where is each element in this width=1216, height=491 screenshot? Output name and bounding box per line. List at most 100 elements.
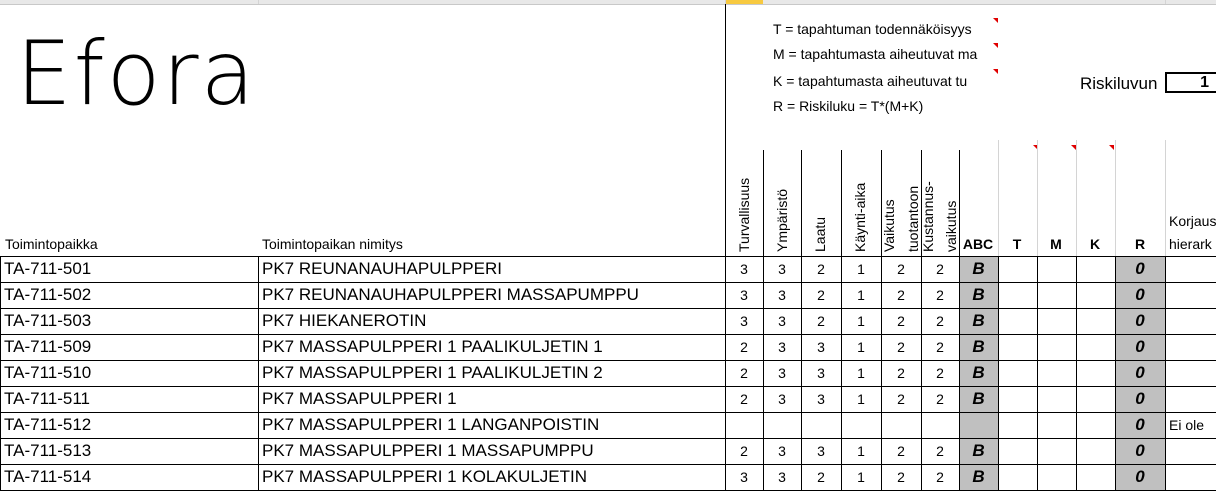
cell-ymparisto[interactable]: 3 xyxy=(763,334,801,360)
cell-abc[interactable]: B xyxy=(959,308,998,334)
cell-t[interactable] xyxy=(998,438,1037,464)
cell-vaikutus-tuotantoon[interactable]: 2 xyxy=(881,360,921,386)
cell-ymparisto[interactable]: 3 xyxy=(763,282,801,308)
cell-laatu[interactable]: 3 xyxy=(801,386,841,412)
cell-nimitys[interactable]: PK7 MASSAPULPPERI 1 LANGANPOISTIN xyxy=(258,412,725,438)
cell-kayntiaika[interactable]: 1 xyxy=(841,308,881,334)
cell-abc[interactable] xyxy=(959,412,998,438)
cell-k[interactable] xyxy=(1076,412,1115,438)
cell-t[interactable] xyxy=(998,308,1037,334)
cell-korjaus[interactable] xyxy=(1165,438,1216,464)
cell-kayntiaika[interactable]: 1 xyxy=(841,256,881,282)
cell-kustannusvaikutus[interactable] xyxy=(921,412,959,438)
cell-laatu[interactable]: 2 xyxy=(801,464,841,490)
cell-m[interactable] xyxy=(1037,282,1076,308)
cell-t[interactable] xyxy=(998,282,1037,308)
cell-kayntiaika[interactable]: 1 xyxy=(841,334,881,360)
cell-kustannusvaikutus[interactable]: 2 xyxy=(921,308,959,334)
cell-nimitys[interactable]: PK7 MASSAPULPPERI 1 KOLAKULJETIN xyxy=(258,464,725,490)
cell-m[interactable] xyxy=(1037,386,1076,412)
cell-toimintopaikka[interactable]: TA-711-510 xyxy=(0,360,258,386)
cell-laatu[interactable]: 2 xyxy=(801,282,841,308)
cell-m[interactable] xyxy=(1037,360,1076,386)
cell-abc[interactable]: B xyxy=(959,256,998,282)
cell-ymparisto[interactable]: 3 xyxy=(763,308,801,334)
cell-t[interactable] xyxy=(998,464,1037,490)
cell-t[interactable] xyxy=(998,386,1037,412)
cell-kayntiaika[interactable]: 1 xyxy=(841,438,881,464)
cell-ymparisto[interactable]: 3 xyxy=(763,438,801,464)
cell-r[interactable]: 0 xyxy=(1115,282,1165,308)
cell-nimitys[interactable]: PK7 MASSAPULPPERI 1 MASSAPUMPPU xyxy=(258,438,725,464)
cell-nimitys[interactable]: PK7 MASSAPULPPERI 1 PAALIKULJETIN 1 xyxy=(258,334,725,360)
cell-t[interactable] xyxy=(998,256,1037,282)
cell-vaikutus-tuotantoon[interactable]: 2 xyxy=(881,386,921,412)
cell-turvallisuus[interactable]: 3 xyxy=(725,256,763,282)
cell-ymparisto[interactable]: 3 xyxy=(763,386,801,412)
cell-kayntiaika[interactable]: 1 xyxy=(841,464,881,490)
cell-r[interactable]: 0 xyxy=(1115,334,1165,360)
cell-nimitys[interactable]: PK7 MASSAPULPPERI 1 xyxy=(258,386,725,412)
cell-korjaus[interactable] xyxy=(1165,308,1216,334)
cell-laatu[interactable] xyxy=(801,412,841,438)
cell-laatu[interactable]: 3 xyxy=(801,360,841,386)
cell-laatu[interactable]: 3 xyxy=(801,438,841,464)
cell-k[interactable] xyxy=(1076,464,1115,490)
cell-ymparisto[interactable]: 3 xyxy=(763,256,801,282)
cell-k[interactable] xyxy=(1076,256,1115,282)
cell-korjaus[interactable] xyxy=(1165,386,1216,412)
cell-nimitys[interactable]: PK7 REUNANAUHAPULPPERI MASSAPUMPPU xyxy=(258,282,725,308)
cell-nimitys[interactable]: PK7 HIEKANEROTIN xyxy=(258,308,725,334)
cell-r[interactable]: 0 xyxy=(1115,256,1165,282)
cell-kustannusvaikutus[interactable]: 2 xyxy=(921,256,959,282)
cell-korjaus[interactable] xyxy=(1165,464,1216,490)
cell-vaikutus-tuotantoon[interactable]: 2 xyxy=(881,256,921,282)
cell-k[interactable] xyxy=(1076,386,1115,412)
cell-kustannusvaikutus[interactable]: 2 xyxy=(921,464,959,490)
cell-turvallisuus[interactable]: 3 xyxy=(725,464,763,490)
cell-toimintopaikka[interactable]: TA-711-514 xyxy=(0,464,258,490)
cell-toimintopaikka[interactable]: TA-711-502 xyxy=(0,282,258,308)
cell-kustannusvaikutus[interactable]: 2 xyxy=(921,282,959,308)
cell-toimintopaikka[interactable]: TA-711-503 xyxy=(0,308,258,334)
cell-m[interactable] xyxy=(1037,438,1076,464)
cell-toimintopaikka[interactable]: TA-711-512 xyxy=(0,412,258,438)
cell-toimintopaikka[interactable]: TA-711-509 xyxy=(0,334,258,360)
cell-ymparisto[interactable]: 3 xyxy=(763,464,801,490)
cell-m[interactable] xyxy=(1037,256,1076,282)
comment-marker[interactable] xyxy=(1109,145,1114,150)
cell-kustannusvaikutus[interactable]: 2 xyxy=(921,360,959,386)
cell-k[interactable] xyxy=(1076,438,1115,464)
cell-k[interactable] xyxy=(1076,334,1115,360)
cell-vaikutus-tuotantoon[interactable]: 2 xyxy=(881,438,921,464)
cell-vaikutus-tuotantoon[interactable] xyxy=(881,412,921,438)
cell-korjaus[interactable] xyxy=(1165,360,1216,386)
cell-turvallisuus[interactable] xyxy=(725,412,763,438)
cell-kayntiaika[interactable] xyxy=(841,412,881,438)
cell-r[interactable]: 0 xyxy=(1115,464,1165,490)
cell-laatu[interactable]: 2 xyxy=(801,308,841,334)
cell-laatu[interactable]: 2 xyxy=(801,256,841,282)
cell-r[interactable]: 0 xyxy=(1115,386,1165,412)
comment-marker[interactable] xyxy=(993,69,998,74)
cell-abc[interactable]: B xyxy=(959,464,998,490)
cell-m[interactable] xyxy=(1037,412,1076,438)
cell-k[interactable] xyxy=(1076,282,1115,308)
cell-turvallisuus[interactable]: 2 xyxy=(725,386,763,412)
cell-m[interactable] xyxy=(1037,334,1076,360)
riskiluvun-input[interactable]: 1 xyxy=(1165,72,1216,93)
cell-kustannusvaikutus[interactable]: 2 xyxy=(921,438,959,464)
cell-vaikutus-tuotantoon[interactable]: 2 xyxy=(881,464,921,490)
cell-abc[interactable]: B xyxy=(959,386,998,412)
cell-k[interactable] xyxy=(1076,308,1115,334)
cell-ymparisto[interactable] xyxy=(763,412,801,438)
cell-turvallisuus[interactable]: 3 xyxy=(725,282,763,308)
cell-t[interactable] xyxy=(998,412,1037,438)
cell-kayntiaika[interactable]: 1 xyxy=(841,282,881,308)
cell-t[interactable] xyxy=(998,334,1037,360)
cell-abc[interactable]: B xyxy=(959,438,998,464)
cell-korjaus[interactable]: Ei ole xyxy=(1165,412,1216,438)
cell-vaikutus-tuotantoon[interactable]: 2 xyxy=(881,282,921,308)
cell-r[interactable]: 0 xyxy=(1115,412,1165,438)
cell-turvallisuus[interactable]: 3 xyxy=(725,308,763,334)
